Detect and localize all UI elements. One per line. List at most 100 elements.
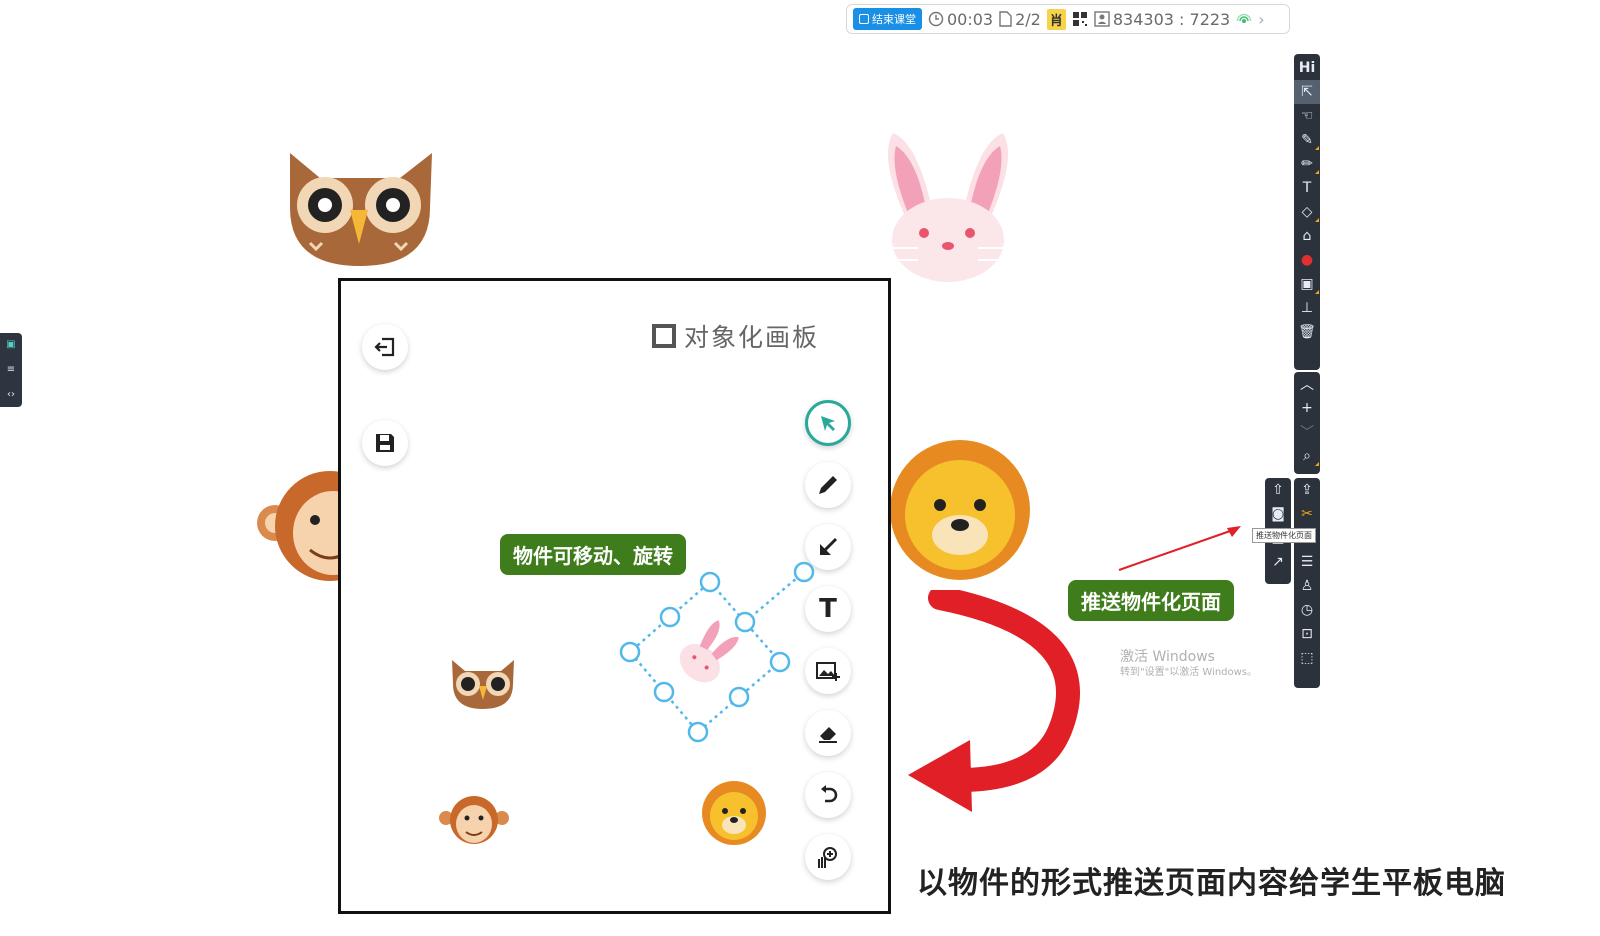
contact-card-icon xyxy=(1094,11,1110,27)
screen-share-button[interactable]: ⊡ xyxy=(1294,622,1320,646)
image-icon: ◙ xyxy=(1271,506,1285,522)
camera-icon: ▣ xyxy=(1300,276,1314,292)
resize-handle[interactable] xyxy=(769,651,791,673)
room-code: 834303 : 7223 xyxy=(1112,9,1231,29)
push-file-button[interactable]: ⇧ xyxy=(1265,478,1291,502)
push-pdf-button[interactable]: ↗ xyxy=(1265,550,1291,574)
watermark-line2: 转到"设置"以激活 Windows。 xyxy=(1120,667,1258,678)
students-button[interactable]: ♙ xyxy=(1294,574,1320,598)
zoom-button[interactable]: ⌕ xyxy=(1294,444,1320,468)
selection-box[interactable] xyxy=(612,560,822,750)
delete-tool[interactable]: 🗑 xyxy=(1294,320,1320,344)
left-mini-toolbar: ▣ ≡ ‹› xyxy=(0,333,22,407)
plus-icon: + xyxy=(1301,400,1313,416)
color-tool[interactable]: ● xyxy=(1294,248,1320,272)
monkey-sticker[interactable] xyxy=(255,468,341,583)
resize-handle[interactable] xyxy=(728,686,750,708)
board-title-text: 对象化画板 xyxy=(684,323,820,352)
lion-sticker[interactable] xyxy=(888,435,1033,585)
hand-icon: ☜ xyxy=(1300,108,1314,124)
page-down-button[interactable]: ﹀ xyxy=(1294,420,1320,444)
add-page-button[interactable]: + xyxy=(1294,396,1320,420)
hand-zoom-icon xyxy=(818,847,837,868)
room-id: 834303 : 7223 xyxy=(1094,10,1230,29)
owl-sticker[interactable] xyxy=(280,148,440,268)
rabbit-sticker[interactable] xyxy=(878,128,1018,283)
page-counter: 2/2 xyxy=(999,10,1041,29)
hi-logo[interactable]: Hi xyxy=(1294,56,1320,80)
file-up-icon: ⇧ xyxy=(1272,482,1284,498)
board-title: 对象化画板 xyxy=(652,318,819,354)
screen-capture-tool[interactable]: ▣ xyxy=(1294,272,1320,296)
push-image-button[interactable]: ◙ xyxy=(1265,502,1291,526)
chevron-right-icon[interactable]: › xyxy=(1258,10,1264,29)
pencil-tool-button[interactable] xyxy=(805,462,851,508)
resize-handle[interactable] xyxy=(619,641,641,663)
quiz-button[interactable]: ☰ xyxy=(1294,550,1320,574)
push-object-page-button[interactable]: ✂ xyxy=(1294,502,1320,526)
frame-icon xyxy=(652,324,676,348)
cursor-icon: ⇱ xyxy=(1301,84,1313,100)
bucket-icon: ⌂ xyxy=(1302,228,1312,244)
person-icon: ♙ xyxy=(1300,578,1314,594)
tooltip: 推送物件化页面 xyxy=(1252,528,1316,543)
chevron-down-icon: ﹀ xyxy=(1300,425,1314,441)
search-icon: ⌕ xyxy=(1303,448,1311,464)
clock-icon xyxy=(928,11,944,27)
pen-tool[interactable]: ✎ xyxy=(1294,128,1320,152)
exit-fullscreen-button[interactable]: ⬚ xyxy=(1294,646,1320,670)
code-icon[interactable]: ‹› xyxy=(7,389,15,400)
undo-button[interactable] xyxy=(805,772,851,818)
right-toolbar-top: Hi ⇱ ☜ ✎ ✏ T ◇ ⌂ ● ▣ ⊥ 🗑 xyxy=(1294,54,1320,370)
right-toolbar-nav: ︿ + ﹀ ⌕ xyxy=(1294,372,1320,474)
eraser-tool[interactable]: ◇ xyxy=(1294,200,1320,224)
rotate-handle[interactable] xyxy=(793,561,815,583)
text-tool[interactable]: T xyxy=(1294,176,1320,200)
text-t-icon: T xyxy=(1302,180,1312,196)
lion-object[interactable] xyxy=(698,780,770,846)
resize-handle[interactable] xyxy=(653,681,675,703)
caption: 以物件的形式推送页面内容给学生平板电脑 xyxy=(917,866,1506,901)
timer-value: 00:03 xyxy=(947,9,994,29)
page-up-button[interactable]: ︿ xyxy=(1294,372,1320,396)
user-badge[interactable]: 肖 xyxy=(1046,8,1066,30)
collapse-icon: ⬚ xyxy=(1300,650,1314,666)
monkey-object[interactable] xyxy=(438,794,510,846)
arrow-icon xyxy=(820,537,838,555)
fill-tool[interactable]: ⌂ xyxy=(1294,224,1320,248)
pdf-icon: ↗ xyxy=(1272,554,1284,570)
list-icon[interactable]: ≡ xyxy=(7,364,15,375)
push-object-page-label: 推送物件化页面 xyxy=(1068,580,1234,621)
cursor-icon xyxy=(821,416,835,431)
owl-object[interactable] xyxy=(448,658,518,710)
stamp-tool[interactable]: ⊥ xyxy=(1294,296,1320,320)
resize-handle[interactable] xyxy=(687,721,709,743)
checklist-icon: ☰ xyxy=(1300,554,1314,570)
folder-icon[interactable]: ▣ xyxy=(6,340,15,350)
class-status-bar: 结束课堂 00:03 2/2 肖 834303 : 7223 › xyxy=(846,4,1290,34)
zoom-gesture-button[interactable] xyxy=(805,834,851,880)
laser-tool[interactable]: ☜ xyxy=(1294,104,1320,128)
timer: 00:03 xyxy=(928,10,993,29)
timer-button[interactable]: ◷ xyxy=(1294,598,1320,622)
ticket-icon: ✂ xyxy=(1301,506,1313,522)
pointer-tool[interactable]: ⇱ xyxy=(1294,80,1320,104)
watermark-line1: 激活 Windows xyxy=(1120,649,1215,665)
save-button[interactable] xyxy=(362,420,408,466)
resize-handle[interactable] xyxy=(734,611,756,633)
exit-button[interactable] xyxy=(362,324,408,370)
end-class-label: 结束课堂 xyxy=(872,13,916,26)
stamp-icon: ⊥ xyxy=(1300,300,1314,316)
select-tool-button[interactable] xyxy=(805,400,851,446)
save-icon xyxy=(376,434,394,452)
end-class-button[interactable]: 结束课堂 xyxy=(853,8,922,30)
chevron-up-icon: ︿ xyxy=(1300,377,1314,393)
exit-icon xyxy=(374,337,395,357)
resize-handle[interactable] xyxy=(659,606,681,628)
resize-handle[interactable] xyxy=(699,571,721,593)
marker-tool[interactable]: ✏ xyxy=(1294,152,1320,176)
undo-icon xyxy=(821,785,838,803)
qr-code-icon[interactable] xyxy=(1072,11,1088,27)
push-button[interactable]: ⇪ xyxy=(1294,478,1320,502)
pen-icon: ✎ xyxy=(1301,132,1313,148)
